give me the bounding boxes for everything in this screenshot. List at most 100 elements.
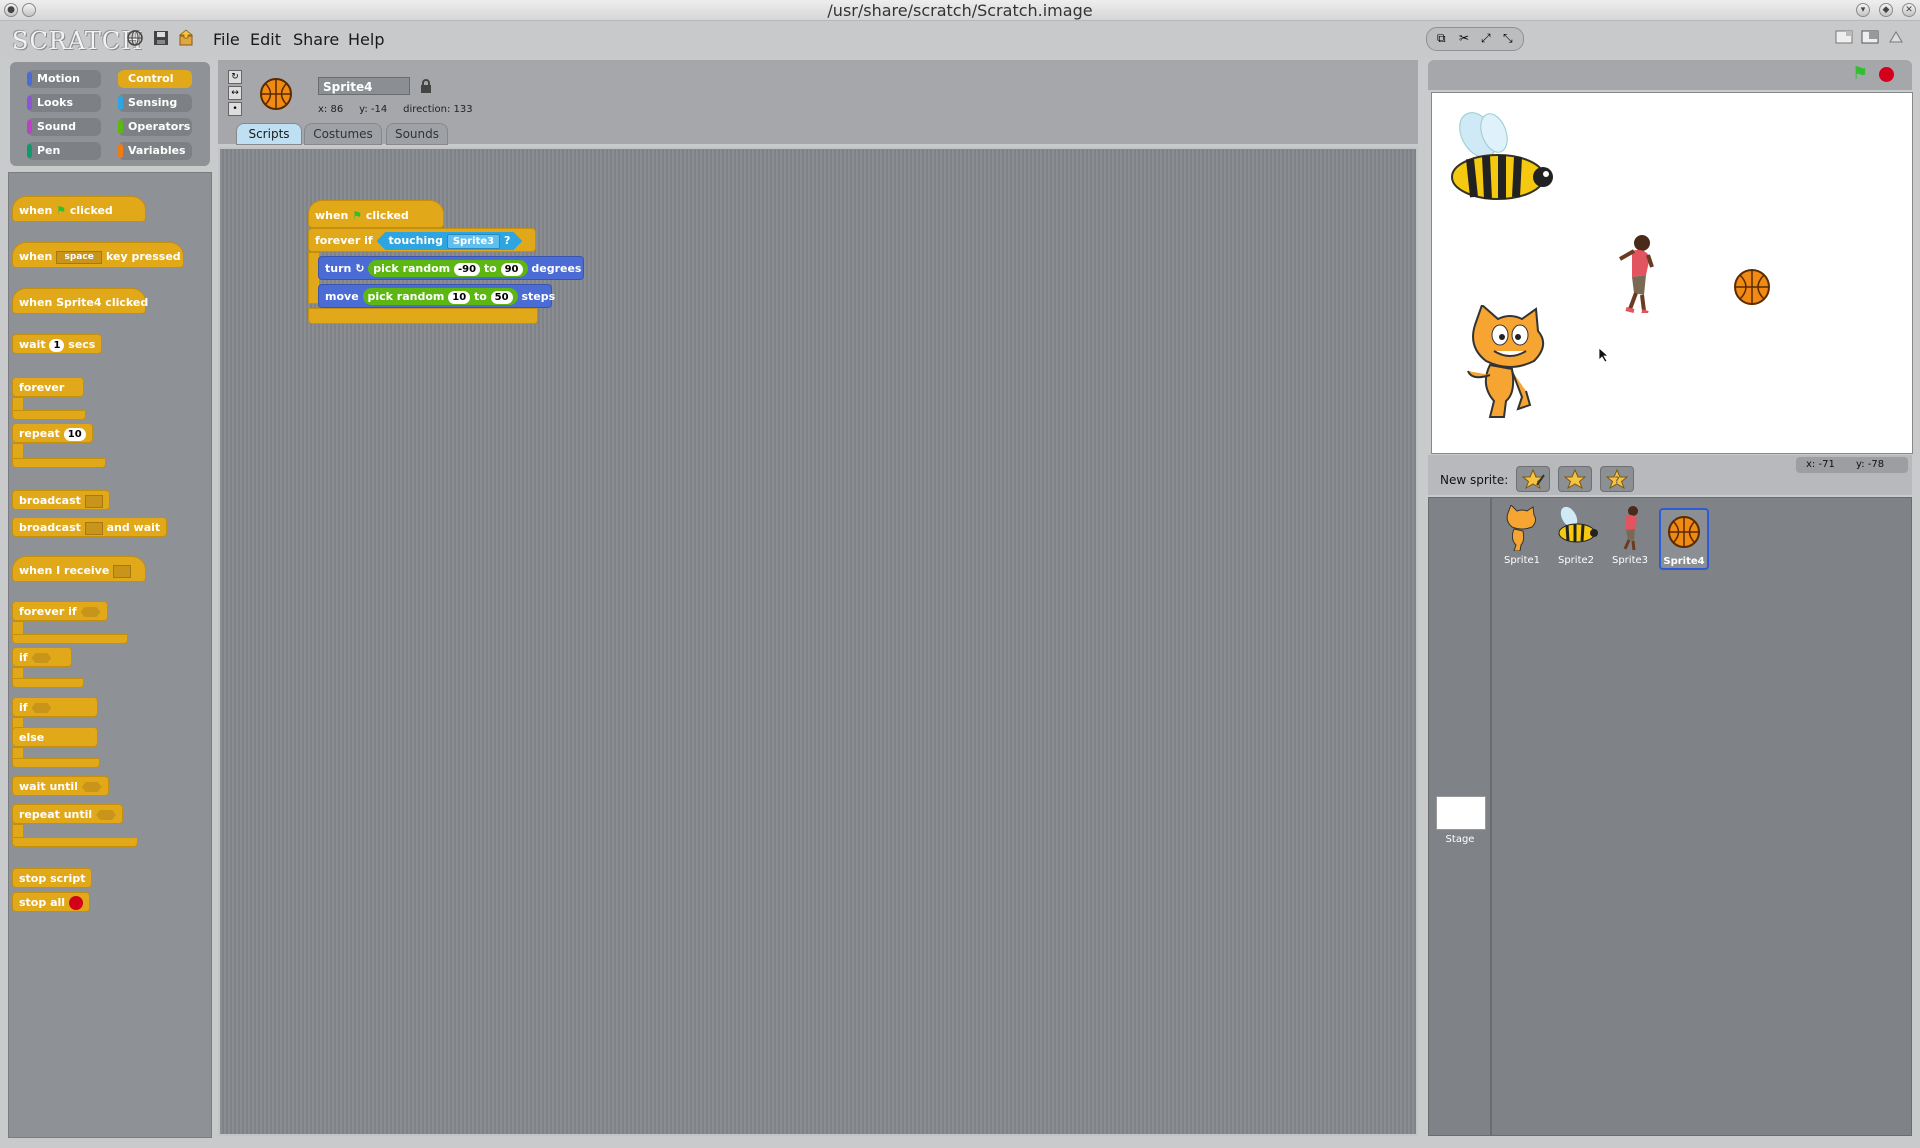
sprite-thumb-sprite1[interactable]: Sprite1 xyxy=(1497,504,1547,571)
category-control[interactable]: Control xyxy=(118,70,192,88)
sprite-list xyxy=(1428,497,1912,1136)
basketball-sprite[interactable] xyxy=(1732,267,1772,307)
svg-text:?: ? xyxy=(1615,476,1620,486)
script-when-flag-clicked[interactable]: when ⚑ clicked xyxy=(308,200,444,228)
stage-thumbnail[interactable] xyxy=(1436,796,1486,830)
small-stage-mode-icon[interactable] xyxy=(1834,28,1854,46)
menu-help[interactable]: Help xyxy=(348,30,384,49)
new-sprite-bar: New sprite: x: -71 y: -78 xyxy=(1428,455,1912,495)
rotate-clockwise-icon: ↻ xyxy=(355,262,365,275)
duplicate-icon[interactable]: ⧉ xyxy=(1437,31,1446,46)
bee-thumbnail-icon xyxy=(1558,506,1598,543)
question-star-icon: ? xyxy=(1605,468,1629,490)
presentation-mode-icon[interactable] xyxy=(1886,28,1906,46)
mouse-coordinates: x: -71 y: -78 xyxy=(1796,457,1908,473)
sprite-thumb-sprite4[interactable]: Sprite4 xyxy=(1659,508,1709,570)
touching-target-dropdown[interactable]: Sprite3 xyxy=(446,234,501,249)
green-flag-icon: ⚑ xyxy=(352,209,363,222)
pick-random-operator[interactable]: pick random -90 to 90 xyxy=(368,260,528,277)
paint-new-sprite-button[interactable] xyxy=(1516,466,1550,492)
sprite-thumb-sprite2[interactable]: Sprite2 xyxy=(1551,505,1601,571)
palette-forever[interactable]: forever xyxy=(12,377,84,397)
script-move-block[interactable]: move pick random 10 to 50 steps xyxy=(318,284,555,308)
scratch-logo: SCRATCH xyxy=(12,27,144,55)
window-title-bar: ● /usr/share/scratch/Scratch.image ▾ ◆ ✕ xyxy=(0,0,1920,21)
basketball-thumbnail-icon xyxy=(1668,516,1700,548)
palette-when-flag-clicked[interactable]: when ⚑ clicked xyxy=(12,196,146,222)
category-sensing[interactable]: Sensing xyxy=(118,94,192,112)
palette-if[interactable]: if xyxy=(12,647,72,667)
script-forever-if[interactable]: forever if touching Sprite3 ? xyxy=(308,228,536,252)
shrink-icon[interactable]: ⤡ xyxy=(1503,31,1513,46)
maximize-icon[interactable]: ◆ xyxy=(1879,3,1893,17)
palette-when-key-pressed[interactable]: when space key pressed xyxy=(12,242,184,268)
category-pen[interactable]: Pen xyxy=(27,142,101,160)
save-icon[interactable] xyxy=(152,29,170,47)
palette-repeat-until[interactable]: repeat until xyxy=(12,804,124,824)
palette-broadcast-and-wait[interactable]: broadcast and wait xyxy=(12,517,168,537)
grow-icon[interactable]: ⤢ xyxy=(1481,31,1491,46)
category-sound[interactable]: Sound xyxy=(27,118,101,136)
share-icon[interactable] xyxy=(178,29,196,47)
cat-thumbnail-icon xyxy=(1506,504,1537,552)
palette-broadcast[interactable]: broadcast xyxy=(12,490,110,510)
folder-star-icon xyxy=(1563,468,1587,490)
category-looks[interactable]: Looks xyxy=(27,94,101,112)
green-flag-button[interactable]: ⚑ xyxy=(1852,63,1868,84)
mouse-cursor-icon xyxy=(1598,347,1610,363)
menu-share[interactable]: Share xyxy=(293,30,339,49)
palette-when-sprite-clicked[interactable]: when Sprite4 clicked xyxy=(12,288,148,314)
tab-sounds[interactable]: Sounds xyxy=(386,123,448,145)
normal-stage-mode-icon[interactable] xyxy=(1860,28,1880,46)
palette-else: else xyxy=(12,727,98,747)
cat-sprite[interactable] xyxy=(1460,305,1560,425)
new-sprite-label: New sprite: xyxy=(1440,473,1509,487)
menu-edit[interactable]: Edit xyxy=(250,30,281,49)
pick-random-operator[interactable]: pick random 10 to 50 xyxy=(362,288,518,305)
category-operators[interactable]: Operators xyxy=(118,118,192,136)
tab-costumes[interactable]: Costumes xyxy=(304,123,382,145)
stage[interactable] xyxy=(1431,92,1913,454)
choose-sprite-file-button[interactable] xyxy=(1558,466,1592,492)
paint-star-icon xyxy=(1521,468,1545,490)
stop-sign-icon xyxy=(68,896,83,910)
sprite-thumb-sprite3[interactable]: Sprite3 xyxy=(1605,505,1655,571)
menu-bar: SCRATCH File Edit Share Help ⧉ ✂ ⤢ ⤡ xyxy=(0,21,1920,57)
sprite-thumbnail-icon xyxy=(260,78,292,110)
category-variables[interactable]: Variables xyxy=(118,142,192,160)
rotation-none-icon[interactable]: • xyxy=(228,102,242,116)
palette-when-i-receive[interactable]: when I receive xyxy=(12,556,146,582)
rotation-all-around-icon[interactable]: ↻ xyxy=(228,70,242,84)
globe-icon[interactable] xyxy=(126,29,144,47)
tab-scripts[interactable]: Scripts xyxy=(236,123,302,145)
palette-wait-until[interactable]: wait until xyxy=(12,776,109,796)
stage-label: Stage xyxy=(1445,834,1475,845)
script-turn-block[interactable]: turn ↻ pick random -90 to 90 degrees xyxy=(318,256,584,280)
rotation-left-right-icon[interactable]: ↔ xyxy=(228,86,242,100)
green-flag-icon: ⚑ xyxy=(56,204,67,217)
stage-toolbar: ⚑ xyxy=(1428,60,1912,90)
stop-button[interactable] xyxy=(1879,67,1894,82)
sprite-tools: ⧉ ✂ ⤢ ⤡ xyxy=(1426,27,1524,51)
touching-condition[interactable]: touching Sprite3 ? xyxy=(376,232,523,250)
bee-sprite[interactable] xyxy=(1440,107,1560,207)
cut-icon[interactable]: ✂ xyxy=(1459,31,1469,45)
category-panel: Motion Looks Sound Pen Control Sensing O… xyxy=(10,62,210,166)
palette-forever-if[interactable]: forever if xyxy=(12,601,108,621)
sprite-coordinates: x: 86 y: -14 direction: 133 xyxy=(318,104,473,115)
palette-if-else[interactable]: if xyxy=(12,697,98,717)
girl-thumbnail-icon xyxy=(1623,506,1638,551)
palette-stop-script[interactable]: stop script xyxy=(12,868,93,888)
girl-sprite[interactable] xyxy=(1612,233,1662,313)
lock-icon[interactable] xyxy=(420,79,432,93)
palette-repeat[interactable]: repeat 10 xyxy=(12,423,93,443)
window-title: /usr/share/scratch/Scratch.image xyxy=(827,1,1093,20)
menu-file[interactable]: File xyxy=(213,30,240,49)
category-motion[interactable]: Motion xyxy=(27,70,101,88)
palette-stop-all[interactable]: stop all xyxy=(12,892,90,912)
palette-wait-secs[interactable]: wait 1 secs xyxy=(12,334,103,354)
surprise-sprite-button[interactable]: ? xyxy=(1600,466,1634,492)
minimize-icon[interactable]: ▾ xyxy=(1856,3,1870,17)
close-icon[interactable]: ✕ xyxy=(1902,3,1916,17)
sprite-name-field[interactable]: Sprite4 xyxy=(318,77,410,95)
